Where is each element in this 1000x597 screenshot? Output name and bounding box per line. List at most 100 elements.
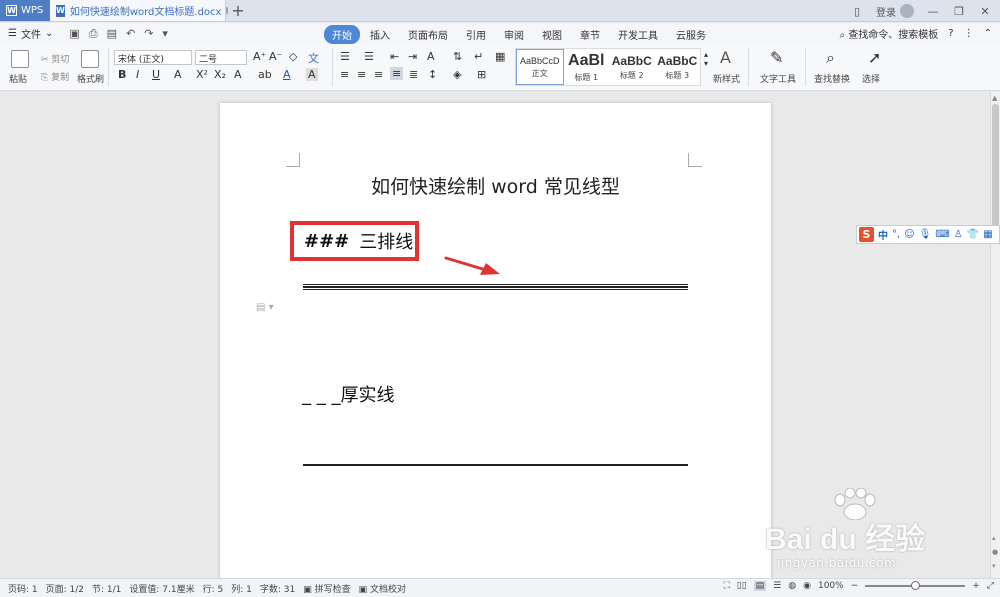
tab-references[interactable]: 引用 xyxy=(458,25,494,44)
restore-icon[interactable]: ❐ xyxy=(952,5,966,18)
char-shading-icon[interactable]: A xyxy=(306,68,318,81)
document-page[interactable]: 如何快速绘制 word 常见线型 ### 三排线 ▤ ▾ _ _ _厚实线 xyxy=(220,103,771,578)
subscript-icon[interactable]: X₂ xyxy=(214,68,226,81)
font-size-select[interactable]: 二号 xyxy=(195,50,247,65)
doc-proof-button[interactable]: ▣ 文档校对 xyxy=(359,582,406,595)
layout-icon[interactable]: ▯ xyxy=(850,5,864,18)
status-page-number[interactable]: 页码: 1 xyxy=(8,582,38,595)
increase-indent-icon[interactable]: ⇥ xyxy=(408,50,417,63)
font-color-icon[interactable]: A xyxy=(283,68,291,81)
fit-page-icon[interactable]: ⤢ xyxy=(987,581,994,591)
print-icon[interactable]: ⎙ xyxy=(89,27,98,41)
zoom-level[interactable]: 100% xyxy=(818,581,844,591)
font-effects-icon[interactable]: A xyxy=(234,68,242,81)
style-heading-2[interactable]: AaBbC 标题 2 xyxy=(609,49,655,85)
wps-app-tab[interactable]: W WPS xyxy=(0,0,50,21)
phonetic-icon[interactable]: 文 xyxy=(308,50,319,66)
show-marks-icon[interactable]: ↵ xyxy=(474,50,483,63)
tab-chapter[interactable]: 章节 xyxy=(572,25,608,44)
highlight-icon[interactable]: ab xyxy=(258,68,272,81)
find-replace-icon[interactable]: ⌕ xyxy=(826,48,835,68)
font-name-select[interactable]: 宋体 (正文) xyxy=(114,50,192,65)
zoom-slider[interactable] xyxy=(865,581,966,590)
bold-button[interactable]: B xyxy=(118,68,126,81)
grow-font-icon[interactable]: A⁺ xyxy=(253,50,266,63)
copy-button[interactable]: ⎘ 复制 xyxy=(41,70,69,83)
print-preview-icon[interactable]: ▤ xyxy=(107,27,117,41)
status-setting[interactable]: 设置值: 7.1厘米 xyxy=(129,582,194,595)
more-icon[interactable]: ⋮ xyxy=(964,28,974,39)
status-word-count[interactable]: 字数: 31 xyxy=(260,582,295,595)
select-label[interactable]: 选择 xyxy=(862,72,880,85)
spell-check-button[interactable]: ▣ 拼写检查 xyxy=(303,582,350,595)
text-tools-icon[interactable]: ✎ xyxy=(770,48,783,67)
close-icon[interactable]: ✕ xyxy=(978,5,992,18)
paragraph-layout-icon[interactable]: ▤ ▾ xyxy=(256,302,274,313)
save-icon[interactable]: ▣ xyxy=(69,27,79,41)
line-spacing-icon[interactable]: ↕ xyxy=(428,68,437,81)
status-section[interactable]: 节: 1/1 xyxy=(92,582,121,595)
new-style-label[interactable]: 新样式 xyxy=(713,72,740,85)
chinese-layout-icon[interactable]: A xyxy=(427,50,435,63)
toolbox-icon[interactable]: ▦ xyxy=(983,229,992,240)
table-icon[interactable]: ▦ xyxy=(495,50,505,63)
zoom-in-icon[interactable]: + xyxy=(972,581,980,591)
decrease-indent-icon[interactable]: ⇤ xyxy=(390,50,399,63)
command-search[interactable]: ⌕ 查找命令、搜索模板 xyxy=(840,26,939,41)
ime-toolbar[interactable]: S 中 °, ☺ 🎙 ⌨ ♙ 👕 ▦ xyxy=(856,225,1000,244)
minimize-icon[interactable]: — xyxy=(926,5,940,18)
zoom-out-icon[interactable]: − xyxy=(851,581,859,591)
undo-icon[interactable]: ↶ xyxy=(126,27,135,41)
new-style-icon[interactable]: A xyxy=(720,48,731,67)
reading-mode-icon[interactable]: ▯▯ xyxy=(737,581,747,591)
collapse-ribbon-icon[interactable]: ⌃ xyxy=(984,28,992,39)
keyboard-icon[interactable]: ⌨ xyxy=(935,229,949,240)
tab-developer[interactable]: 开发工具 xyxy=(610,25,666,44)
align-left-icon[interactable]: ≡ xyxy=(340,68,349,81)
paste-icon[interactable] xyxy=(11,50,29,68)
tab-cloud[interactable]: 云服务 xyxy=(668,25,714,44)
align-center-icon[interactable]: ≡ xyxy=(357,68,366,81)
user-icon[interactable]: ♙ xyxy=(954,229,963,240)
skin-icon[interactable]: 👕 xyxy=(967,229,979,240)
style-scroll-icon[interactable]: ▴ ▾ xyxy=(704,50,708,68)
web-view-icon[interactable]: ◍ xyxy=(788,581,796,591)
eye-protect-icon[interactable]: ◉ xyxy=(803,581,811,591)
tab-page-layout[interactable]: 页面布局 xyxy=(400,25,456,44)
tab-insert[interactable]: 插入 xyxy=(362,25,398,44)
sort-icon[interactable]: ⇅ xyxy=(453,50,462,63)
distribute-icon[interactable]: ≣ xyxy=(409,68,418,81)
justify-icon[interactable]: ≡ xyxy=(390,67,404,80)
page-view-icon[interactable]: ▤ xyxy=(753,581,767,591)
paste-label[interactable]: 粘贴 xyxy=(9,72,27,85)
ime-mode[interactable]: 中 xyxy=(878,227,888,242)
customize-qa-icon[interactable]: ▾ xyxy=(162,27,168,41)
borders-icon[interactable]: ⊞ xyxy=(477,68,486,81)
align-right-icon[interactable]: ≡ xyxy=(374,68,383,81)
cut-button[interactable]: ✂ 剪切 xyxy=(41,52,69,65)
tab-view[interactable]: 视图 xyxy=(534,25,570,44)
numbering-icon[interactable]: ☰ xyxy=(364,50,374,63)
emoji-icon[interactable]: ☺ xyxy=(904,229,914,240)
italic-button[interactable]: I xyxy=(136,68,139,81)
underline-button[interactable]: U xyxy=(152,68,160,81)
ime-punct[interactable]: °, xyxy=(892,229,900,240)
redo-icon[interactable]: ↷ xyxy=(144,27,153,41)
status-col[interactable]: 列: 1 xyxy=(231,582,252,595)
file-menu-button[interactable]: ☰ 文件 ⌄ xyxy=(0,26,61,41)
format-painter-label[interactable]: 格式刷 xyxy=(77,72,104,85)
help-icon[interactable]: ? xyxy=(948,28,953,39)
find-replace-label[interactable]: 查找替换 xyxy=(814,72,850,85)
text-effect-icon[interactable]: A xyxy=(174,68,182,81)
login-button[interactable]: 登录 xyxy=(876,4,914,19)
mic-icon[interactable]: 🎙 xyxy=(919,229,932,240)
style-heading-1[interactable]: AaBl 标题 1 xyxy=(564,49,610,85)
bullets-icon[interactable]: ☰ xyxy=(340,50,350,63)
tab-review[interactable]: 审阅 xyxy=(496,25,532,44)
document-tab[interactable]: W 如何快速绘制word文档标题.docx xyxy=(50,0,229,21)
tab-home[interactable]: 开始 xyxy=(324,25,360,44)
superscript-icon[interactable]: X² xyxy=(196,68,208,81)
scrollbar-thumb[interactable] xyxy=(992,104,999,232)
text-tools-label[interactable]: 文字工具 xyxy=(760,72,796,85)
scroll-up-icon[interactable]: ▲ xyxy=(992,94,997,102)
